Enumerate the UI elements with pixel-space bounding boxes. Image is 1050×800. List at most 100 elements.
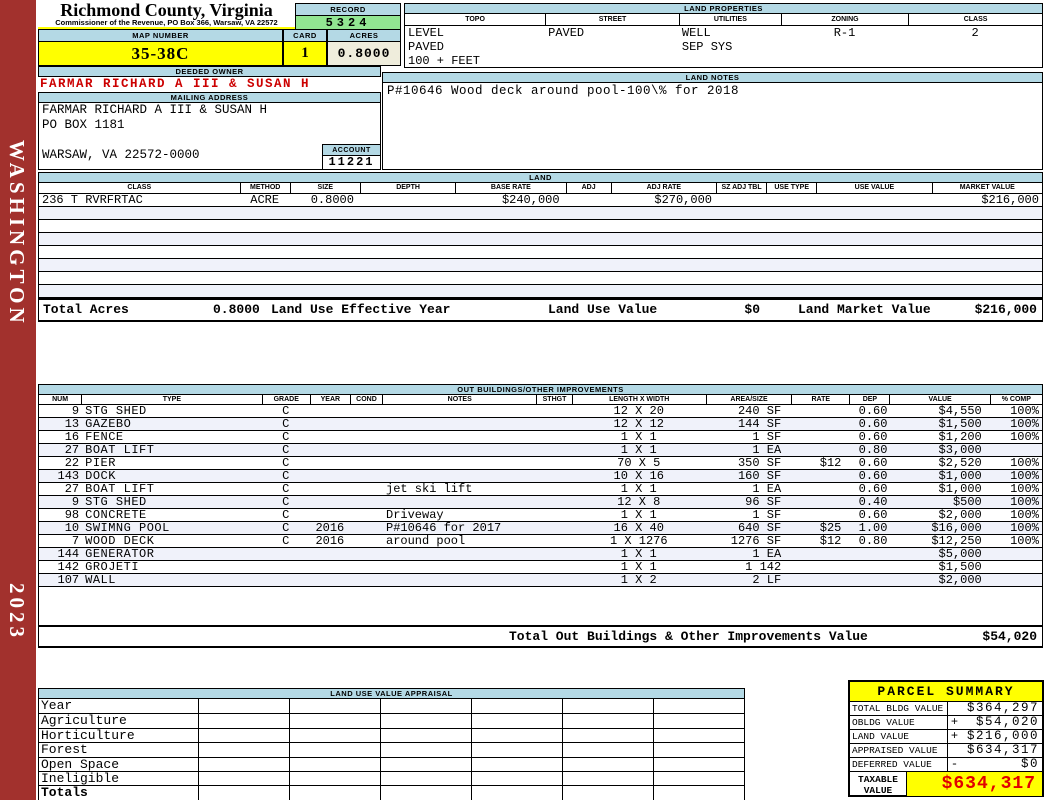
appraisal-row-label: Ineligible (39, 770, 199, 786)
ob-grade (262, 561, 310, 573)
appraisal-row: Agriculture (39, 713, 744, 728)
out-buildings-total-value: $54,020 (982, 629, 1037, 644)
topo-value: PAVED (408, 40, 445, 54)
column-header: STREET (545, 14, 679, 25)
summary-row-operator (948, 702, 961, 715)
ob-value: $4,550 (938, 405, 982, 417)
land-properties-row: LEVEL PAVED WELL R-1 2 (405, 26, 1042, 40)
appraisal-row: Totals (39, 785, 744, 800)
column-header: TOPO (465, 16, 485, 23)
account-value: 11221 (322, 156, 381, 170)
ob-dep: 0.60 (858, 405, 888, 417)
land-table: LAND CLASS METHOD SIZE DEPTH BASE RATE ADJ ADJ… (38, 172, 1043, 322)
land-base-rate: $240,000 (501, 194, 560, 206)
ob-value: $1,500 (938, 561, 982, 573)
ob-grade: C (282, 431, 290, 443)
ob-length-width: 12 X 12 (613, 418, 664, 430)
ob-num: 10 (64, 522, 80, 534)
land-properties-row: PAVED SEP SYS (405, 40, 1042, 54)
column-header: ADJ RATE (610, 183, 716, 193)
street-value (545, 40, 679, 54)
street-value (545, 54, 679, 68)
ob-cond (350, 444, 382, 456)
land-market-value: $216,000 (981, 194, 1039, 206)
land-class: 236 T RVRFRTAC (42, 194, 143, 206)
ob-notes (382, 548, 536, 560)
ob-dep: 0.60 (858, 431, 888, 443)
out-buildings-empty-area (38, 587, 1043, 625)
ob-num: 9 (71, 405, 80, 417)
record-label: RECORD (295, 3, 401, 16)
ob-year (310, 496, 350, 508)
ob-notes (382, 418, 536, 430)
land-table-title: LAND (38, 172, 1043, 183)
ob-notes: around pool (386, 535, 466, 547)
out-building-row: 16 FENCE C 1 X 1 1 SF 0.60 $1,200 100% (39, 431, 1042, 444)
ob-area-size: 2 LF (752, 574, 782, 586)
ob-length-width: 1 X 1 (620, 561, 657, 573)
ob-year (310, 457, 350, 469)
acres-label: ACRES (327, 29, 401, 42)
summary-row-value: $54,020 (975, 715, 1039, 729)
summary-row: DEFERRED VALUE - $0 (850, 758, 1042, 772)
out-building-row: 144 GENERATOR 1 X 1 1 EA $5,000 (39, 548, 1042, 561)
property-record-card: WASHINGTON 2023 Richmond County, Virgini… (0, 0, 1050, 800)
ob-grade: C (282, 457, 290, 469)
ob-year (310, 470, 350, 482)
ob-sthgt (536, 457, 571, 469)
ob-dep: 0.60 (858, 509, 888, 521)
sidebar-county-label: WASHINGTON (5, 140, 29, 327)
mailing-line: FARMAR RICHARD A III & SUSAN H (42, 103, 268, 117)
ob-rate (791, 483, 849, 495)
ob-dep: 0.60 (858, 418, 888, 430)
map-number-value: 35-38C (38, 42, 283, 66)
ob-value: $3,000 (938, 444, 982, 456)
ob-comp: 100% (1010, 457, 1039, 469)
ob-year (310, 418, 350, 430)
ob-comp: 100% (1010, 535, 1039, 547)
utilities-value: WELL (681, 26, 711, 40)
land-sz-adj-tbl (716, 194, 766, 206)
ob-comp: 100% (1010, 405, 1039, 417)
land-properties-section: LAND PROPERTIES TOPO STREET UTILITIES ZONIN… (404, 3, 1043, 68)
ob-num: 13 (64, 418, 80, 430)
ob-sthgt (536, 470, 571, 482)
mailing-line: PO BOX 1181 (42, 118, 125, 132)
mailing-address-label: MAILING ADDRESS (38, 92, 381, 103)
ob-length-width: 16 X 40 (613, 522, 664, 534)
ob-area-size: 1 142 (745, 561, 782, 573)
ob-rate (791, 548, 849, 560)
parcel-summary-rows: TOTAL BLDG VALUE $364,297 OBLDG VALUE + … (850, 702, 1042, 772)
card-box: CARD 1 (283, 29, 327, 66)
ob-cond (350, 483, 382, 495)
land-market-value: $216,000 (974, 302, 1037, 317)
ob-cond (350, 522, 382, 534)
map-number-box: MAP NUMBER 35-38C (38, 29, 283, 66)
land-use-appraisal-rows: Year Agriculture Horticulture Forest Ope… (38, 698, 745, 800)
parcel-summary-title: PARCEL SUMMARY (850, 682, 1042, 702)
appraisal-row: Year (39, 698, 744, 714)
ob-year: 2016 (315, 522, 345, 534)
topo-value: 100 + FEET (408, 54, 481, 68)
ob-year (310, 509, 350, 521)
ob-grade: C (282, 509, 290, 521)
land-use-appraisal-title: LAND USE VALUE APPRAISAL (38, 688, 745, 699)
column-header: ZONING (780, 14, 908, 25)
ob-notes (382, 405, 536, 417)
summary-row-label: APPRAISED VALUE (850, 744, 948, 757)
land-properties-title: LAND PROPERTIES (404, 3, 1043, 14)
ob-length-width: 1 X 2 (620, 574, 657, 586)
column-header: SIZE (289, 183, 360, 193)
column-header: USE TYPE (766, 183, 816, 193)
ob-notes (382, 444, 536, 456)
ob-type: STG SHED (85, 405, 147, 417)
appraisal-row: Horticulture (39, 727, 744, 742)
ob-comp: 100% (1010, 522, 1039, 534)
ob-dep: 0.60 (858, 470, 888, 482)
ob-num: 107 (57, 574, 80, 586)
ob-grade (262, 548, 310, 560)
ob-type: GROJETI (85, 561, 140, 573)
column-header: % COMP (989, 395, 1042, 404)
ob-year (310, 548, 350, 560)
column-header: TYPE (81, 395, 262, 404)
